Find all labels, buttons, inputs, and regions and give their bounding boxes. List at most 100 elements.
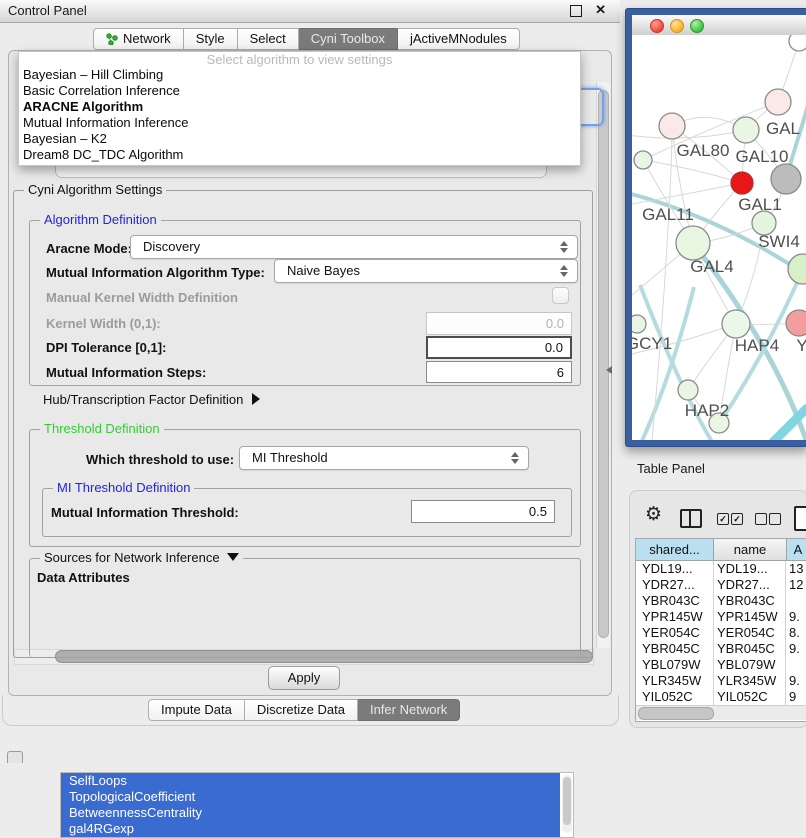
list-scrollbar[interactable]	[562, 775, 572, 833]
network-node[interactable]	[634, 151, 652, 169]
close-traffic-light-icon[interactable]	[650, 19, 664, 33]
table-horizontal-scrollbar[interactable]	[636, 705, 806, 720]
menu-item[interactable]: Mutual Information Inference	[19, 115, 580, 131]
table-panel: ⚙ ✓ ✓ shared... name A YDL19...YDL19...1…	[629, 490, 806, 728]
tab-network[interactable]: Network	[93, 28, 184, 50]
table-row[interactable]: YDL19...YDL19...13	[636, 561, 806, 577]
network-node[interactable]	[632, 315, 646, 333]
mi-algorithm-type-label: Mutual Information Algorithm Type:	[46, 265, 265, 280]
manual-kernel-checkbox[interactable]	[552, 287, 569, 304]
table-cell: YBR045C	[717, 641, 775, 657]
network-node[interactable]	[771, 164, 801, 194]
cyni-algorithm-settings-group: Cyni Algorithm Settings Algorithm Defini…	[13, 190, 593, 658]
close-icon[interactable]: ✕	[595, 2, 606, 18]
table-row[interactable]: YDR27...YDR27...12	[636, 577, 806, 593]
network-node[interactable]	[731, 172, 753, 194]
scrollbar-thumb[interactable]	[563, 777, 571, 825]
tab-jactivemnodules[interactable]: jActiveMNodules	[398, 28, 520, 50]
table-row[interactable]: YLR345WYLR345W9.	[636, 673, 806, 689]
table-row[interactable]: YBR043CYBR043C	[636, 593, 806, 609]
minimize-traffic-light-icon[interactable]	[670, 19, 684, 33]
tab-label: Cyni Toolbox	[311, 29, 385, 49]
network-node[interactable]	[678, 380, 698, 400]
unchecked-checkbox-icon[interactable]	[769, 513, 781, 525]
network-window-titlebar[interactable]	[632, 15, 806, 36]
zoom-traffic-light-icon[interactable]	[690, 19, 704, 33]
table-cell: 12	[789, 577, 803, 593]
list-item[interactable]: TopologicalCoefficient	[61, 789, 560, 805]
unchecked-checkbox-icon[interactable]	[755, 513, 767, 525]
aracne-mode-select[interactable]: Discovery	[130, 235, 578, 259]
table-cell: 9.	[789, 673, 800, 689]
network-node[interactable]	[789, 35, 806, 51]
node-label: GAL	[766, 119, 800, 138]
table-row[interactable]: YPR145WYPR145W9.	[636, 609, 806, 625]
column-header-name[interactable]: name	[713, 539, 786, 561]
control-panel-tabbar: Network Style Select Cyni Toolbox jActiv…	[93, 28, 520, 50]
table-row[interactable]: YBL079WYBL079W	[636, 657, 806, 673]
checked-checkbox-icon[interactable]: ✓	[717, 513, 729, 525]
tab-infer-network[interactable]: Infer Network	[358, 699, 460, 721]
kernel-width-field[interactable]: 0.0	[426, 312, 572, 335]
menu-item[interactable]: Bayesian – K2	[19, 131, 580, 147]
list-item[interactable]: SelfLoops	[61, 773, 560, 789]
data-attributes-label: Data Attributes	[37, 570, 130, 585]
network-canvas[interactable]: GALGAL80GAL10GAL1SWI4GAL11GAL4GCY1HAP4YH…	[632, 35, 806, 440]
node-label: GAL10	[736, 147, 789, 166]
node-label: GAL4	[690, 257, 733, 276]
node-label: GAL11	[642, 205, 694, 224]
hub-section-toggle[interactable]: Hub/Transcription Factor Definition	[43, 392, 260, 407]
network-node[interactable]	[786, 310, 806, 336]
checked-checkbox-icon[interactable]: ✓	[731, 513, 743, 525]
table-cell: YLR345W	[717, 673, 776, 689]
control-panel-titlebar: Control Panel ✕	[0, 0, 620, 23]
sources-title[interactable]: Sources for Network Inference	[40, 550, 243, 565]
split-columns-icon[interactable]	[680, 509, 702, 528]
list-item[interactable]: BetweennessCentrality	[61, 805, 560, 821]
column-header-shared-name[interactable]: shared...	[636, 539, 713, 561]
network-node[interactable]	[722, 310, 750, 338]
table-row[interactable]: YBR045CYBR045C9.	[636, 641, 806, 657]
node-label: Y	[796, 336, 806, 355]
tab-impute-data[interactable]: Impute Data	[148, 699, 245, 721]
list-item[interactable]: gal4RGexp	[61, 821, 560, 837]
panel-collapse-handle[interactable]	[606, 366, 612, 374]
menu-item[interactable]: Basic Correlation Inference	[19, 83, 580, 99]
network-node[interactable]	[788, 254, 806, 284]
mi-algorithm-type-select[interactable]: Naive Bayes	[274, 259, 578, 283]
tab-select[interactable]: Select	[238, 28, 299, 50]
mi-threshold-field[interactable]: 0.5	[411, 500, 555, 523]
network-view[interactable]: GALGAL80GAL10GAL1SWI4GAL11GAL4GCY1HAP4YH…	[632, 35, 806, 440]
scrollbar-thumb[interactable]	[638, 707, 714, 720]
table-row[interactable]: YIL052CYIL052C9	[636, 689, 806, 705]
algorithm-definition-title: Algorithm Definition	[40, 212, 161, 227]
network-node[interactable]	[676, 226, 710, 260]
menu-item[interactable]: Dream8 DC_TDC Algorithm	[19, 147, 580, 163]
float-window-icon[interactable]	[570, 5, 582, 17]
network-node[interactable]	[733, 117, 759, 143]
menu-item[interactable]: ARACNE Algorithm	[19, 99, 580, 115]
apply-button[interactable]: Apply	[268, 666, 340, 690]
table-cell: YPR145W	[642, 609, 703, 625]
tab-style[interactable]: Style	[184, 28, 238, 50]
bottom-corner-widget	[7, 751, 23, 763]
network-node[interactable]	[659, 113, 685, 139]
data-attributes-list[interactable]: SelfLoops TopologicalCoefficient Between…	[60, 772, 574, 838]
dpi-tolerance-field[interactable]: 0.0	[426, 336, 572, 359]
which-threshold-select[interactable]: MI Threshold	[239, 446, 529, 470]
tab-discretize-data[interactable]: Discretize Data	[245, 699, 358, 721]
network-tab-icon	[106, 33, 118, 45]
tab-cyni-toolbox[interactable]: Cyni Toolbox	[299, 28, 398, 50]
table-row[interactable]: YER054CYER054C8.	[636, 625, 806, 641]
network-node[interactable]	[765, 89, 791, 115]
node-label: HAP2	[685, 401, 729, 420]
scrollbar-thumb[interactable]	[598, 90, 609, 638]
document-icon[interactable]	[794, 506, 806, 531]
column-header-partial[interactable]: A	[786, 539, 806, 561]
gear-icon[interactable]: ⚙	[645, 503, 662, 525]
menu-item[interactable]: Bayesian – Hill Climbing	[19, 67, 580, 83]
settings-vertical-scrollbar[interactable]	[596, 82, 610, 648]
mi-steps-field[interactable]: 6	[426, 361, 572, 383]
tab-label: Discretize Data	[257, 700, 345, 720]
expand-arrow-icon	[252, 393, 260, 405]
